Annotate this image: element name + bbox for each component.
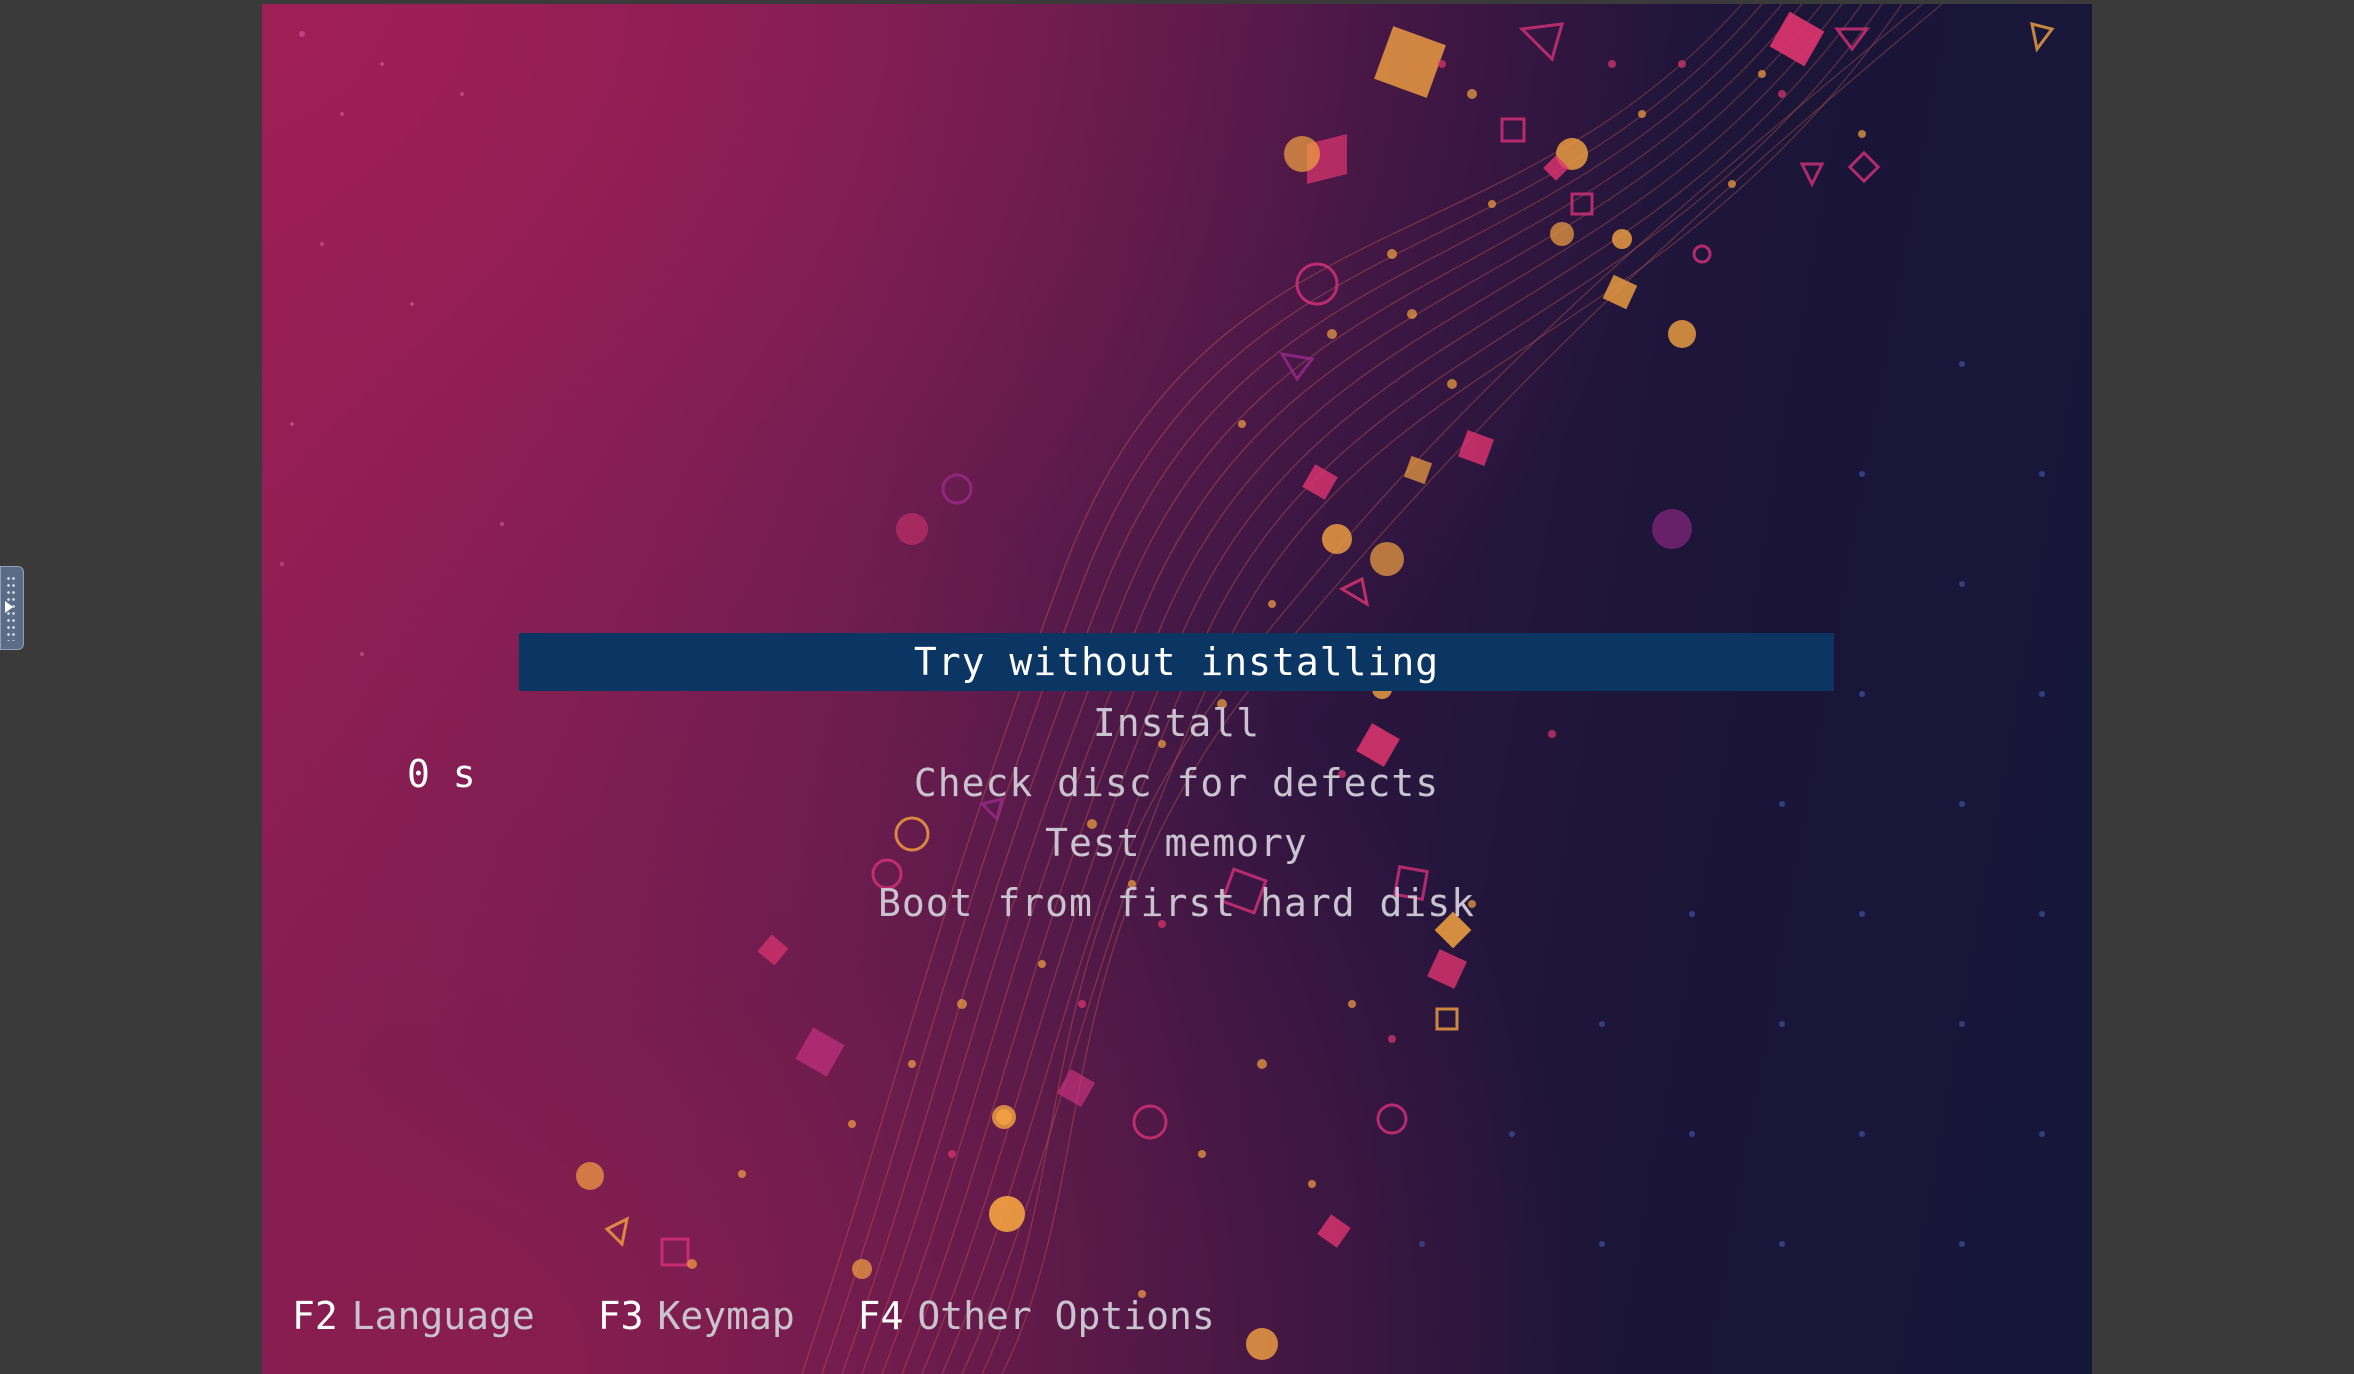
fkey-key: F2 <box>292 1294 338 1338</box>
boot-screen: 0 s Try without installing Install Check… <box>262 4 2092 1374</box>
fkey-keymap[interactable]: F3 Keymap <box>598 1294 795 1338</box>
menu-item-try-without-installing[interactable]: Try without installing <box>519 633 1834 691</box>
menu-item-test-memory[interactable]: Test memory <box>519 813 1834 873</box>
side-panel-toggle[interactable] <box>0 566 24 650</box>
fkey-label: Keymap <box>657 1294 795 1338</box>
menu-item-boot-hard-disk[interactable]: Boot from first hard disk <box>519 873 1834 933</box>
countdown-timer: 0 s <box>407 752 476 796</box>
menu-item-install[interactable]: Install <box>519 693 1834 753</box>
menu-item-check-disc[interactable]: Check disc for defects <box>519 753 1834 813</box>
fkey-other-options[interactable]: F4 Other Options <box>858 1294 1215 1338</box>
fkey-language[interactable]: F2 Language <box>292 1294 535 1338</box>
vm-viewer: 0 s Try without installing Install Check… <box>0 0 2354 1374</box>
fkey-key: F3 <box>597 1294 644 1338</box>
fkey-label: Language <box>351 1294 535 1338</box>
fkey-key: F4 <box>857 1294 904 1338</box>
fkey-label: Other Options <box>917 1294 1215 1338</box>
function-key-bar: F2 Language F3 Keymap F4 Other Options <box>292 1294 1255 1338</box>
expand-panel-icon <box>5 601 13 613</box>
boot-menu: Try without installing Install Check dis… <box>519 633 1834 933</box>
